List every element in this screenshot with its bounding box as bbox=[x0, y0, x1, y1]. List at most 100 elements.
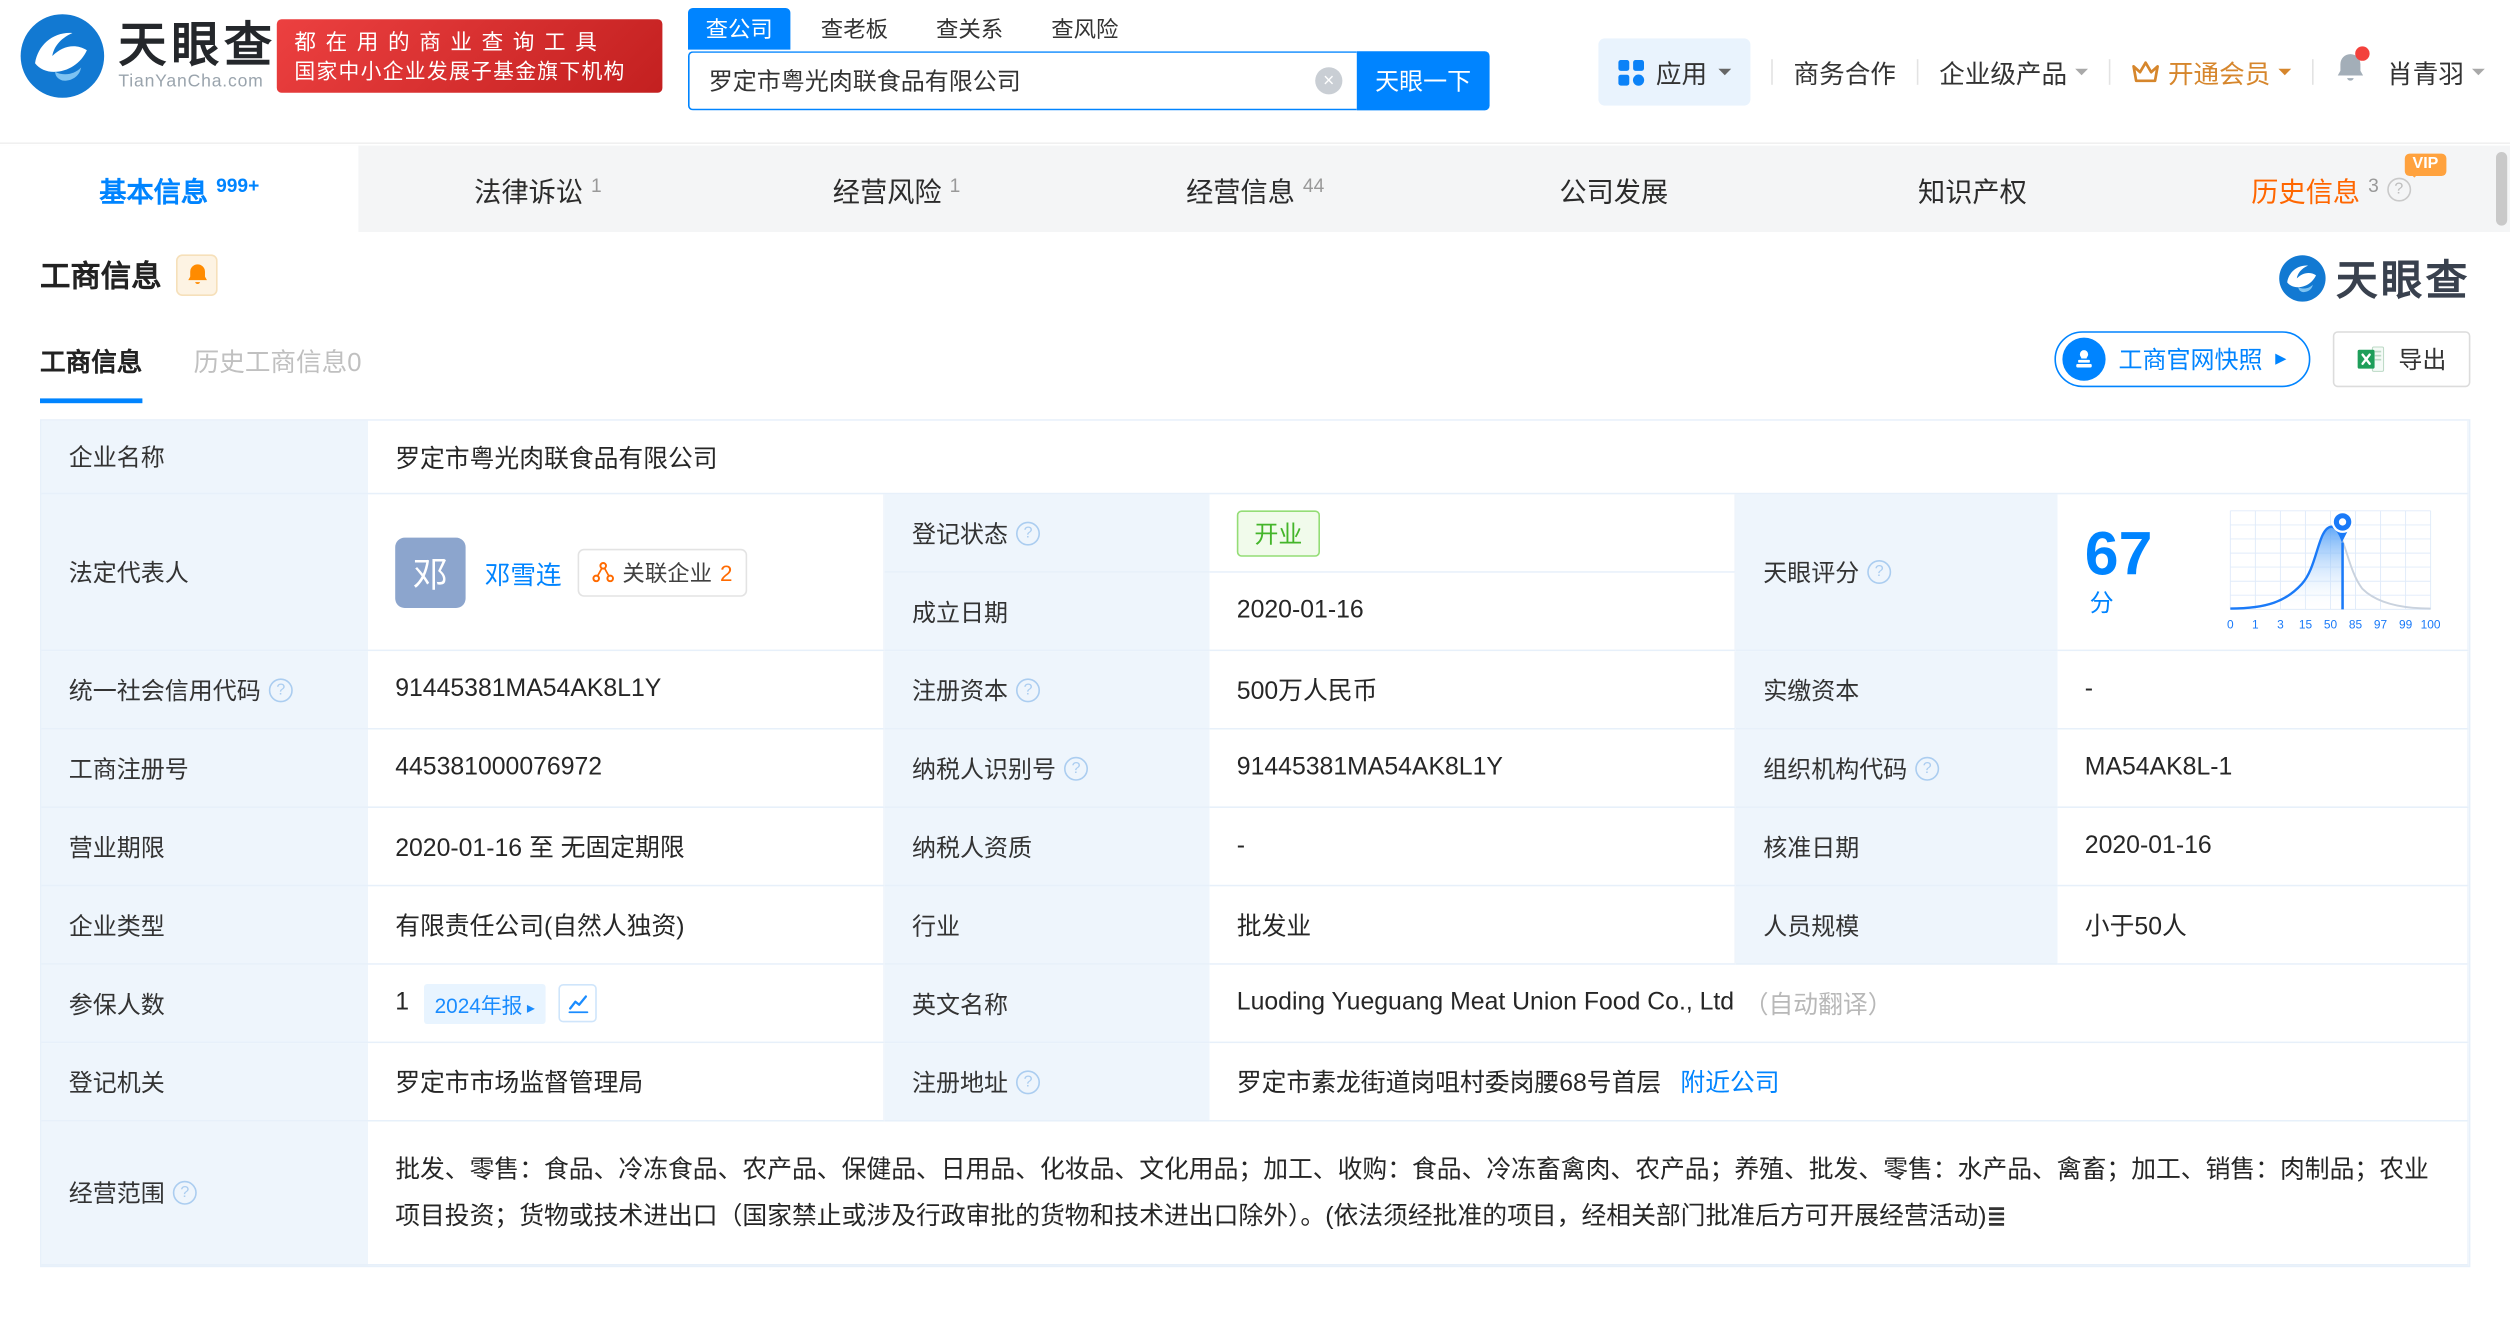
logo-subtitle: TianYanCha.com bbox=[118, 72, 264, 92]
help-icon[interactable] bbox=[268, 677, 293, 702]
trend-chart-icon[interactable] bbox=[558, 984, 598, 1023]
svg-text:99: 99 bbox=[2399, 617, 2413, 631]
logo-eye-icon bbox=[2279, 254, 2326, 301]
field-label: 登记状态 bbox=[884, 494, 1210, 573]
annual-report-badge[interactable]: 2024年报 bbox=[423, 983, 547, 1024]
search-button[interactable]: 天眼一下 bbox=[1356, 51, 1490, 111]
tab-operation-risk[interactable]: 经营风险 1 bbox=[717, 146, 1076, 232]
search-tab-relation[interactable]: 查关系 bbox=[918, 8, 1020, 50]
notification-bell-icon[interactable] bbox=[2334, 45, 2370, 93]
search-tab-risk[interactable]: 查风险 bbox=[1034, 8, 1136, 50]
search-area: 查公司 查老板 查关系 查风险 天眼一下 bbox=[688, 8, 1490, 111]
field-label: 经营范围 bbox=[41, 1121, 368, 1266]
subtab-history-business-info[interactable]: 历史工商信息0 bbox=[194, 341, 362, 399]
header-menu: 应用 商务合作 企业级产品 开通会员 肖青羽 bbox=[1598, 0, 2485, 144]
field-label: 营业期限 bbox=[41, 808, 368, 887]
tab-history-info[interactable]: VIP 历史信息 3 bbox=[2152, 146, 2510, 232]
label-text: 统一社会信用代码 bbox=[68, 677, 261, 705]
help-icon[interactable] bbox=[1016, 520, 1041, 545]
field-label: 英文名称 bbox=[884, 964, 1210, 1044]
search-tab-company[interactable]: 查公司 bbox=[688, 8, 791, 50]
subtab-business-info[interactable]: 工商信息 bbox=[40, 341, 143, 404]
svg-text:100: 100 bbox=[2421, 617, 2440, 631]
tab-count: 3 bbox=[2368, 174, 2379, 197]
tab-count: 1 bbox=[590, 174, 602, 197]
snapshot-label: 工商官网快照 bbox=[2118, 347, 2263, 375]
label-text: 注册地址 bbox=[912, 1069, 1009, 1097]
watermark-text: 天眼查 bbox=[2335, 256, 2471, 304]
field-label: 核准日期 bbox=[1736, 808, 2058, 887]
business-term-value: 2020-01-16 至 无固定期限 bbox=[368, 808, 885, 887]
reg-status-cell: 开业 bbox=[1209, 494, 1736, 573]
score-distribution-chart: 0 1 3 15 50 85 97 99 100 bbox=[2227, 510, 2440, 631]
help-icon[interactable] bbox=[1915, 756, 1940, 780]
nearby-companies-link[interactable]: 附近公司 bbox=[1680, 1064, 1779, 1099]
menu-business-coop[interactable]: 商务合作 bbox=[1794, 53, 1896, 91]
tab-label: 公司发展 bbox=[1559, 176, 1669, 208]
field-label: 纳税人资质 bbox=[884, 808, 1210, 887]
tab-count: 44 bbox=[1302, 174, 1325, 197]
apps-menu[interactable]: 应用 bbox=[1598, 38, 1751, 106]
score-unit: 分 bbox=[2089, 590, 2114, 618]
tab-label: 基本信息 bbox=[99, 176, 209, 208]
english-name-cell: Luoding Yueguang Meat Union Food Co., Lt… bbox=[1209, 964, 2469, 1044]
help-icon[interactable] bbox=[1064, 756, 1089, 780]
divider bbox=[1771, 59, 1773, 85]
scrollbar-thumb[interactable] bbox=[2496, 152, 2508, 226]
svg-text:97: 97 bbox=[2374, 617, 2388, 631]
tab-intellectual-property[interactable]: 知识产权 bbox=[1793, 146, 2152, 232]
monitor-bell-icon[interactable] bbox=[176, 253, 218, 296]
reg-authority-value: 罗定市市场监督管理局 bbox=[368, 1043, 885, 1122]
search-tab-boss[interactable]: 查老板 bbox=[803, 8, 905, 50]
reg-address-cell: 罗定市素龙街道岗咀村委岗腰68号首层 附近公司 bbox=[1209, 1043, 2469, 1122]
approval-date-value: 2020-01-16 bbox=[2057, 808, 2469, 887]
insured-count-cell: 1 2024年报 bbox=[368, 964, 885, 1044]
official-snapshot-button[interactable]: 工商官网快照 ▶ bbox=[2054, 331, 2311, 388]
avatar[interactable]: 邓 bbox=[395, 536, 466, 608]
user-menu[interactable]: 肖青羽 bbox=[2387, 53, 2485, 91]
arrow-right-icon: ▶ bbox=[2275, 350, 2287, 367]
help-icon[interactable] bbox=[1867, 560, 1892, 584]
search-input[interactable] bbox=[688, 51, 1357, 111]
svg-text:0: 0 bbox=[2227, 617, 2234, 631]
network-icon bbox=[592, 561, 615, 582]
field-label: 企业类型 bbox=[41, 886, 368, 965]
tab-company-development[interactable]: 公司发展 bbox=[1435, 146, 1794, 232]
field-label: 行业 bbox=[884, 886, 1210, 965]
logo-title: 天眼查 bbox=[118, 19, 277, 72]
label-text: 注册资本 bbox=[912, 677, 1009, 705]
page: 天眼查 TianYanCha.com 都在用的商业查询工具 国家中小企业发展子基… bbox=[0, 0, 2510, 1320]
tab-operation-info[interactable]: 经营信息 44 bbox=[1076, 146, 1435, 232]
help-icon[interactable] bbox=[2386, 176, 2411, 201]
related-companies-badge[interactable]: 关联企业 2 bbox=[577, 548, 747, 596]
menu-open-membership[interactable]: 开通会员 bbox=[2131, 53, 2292, 91]
related-label: 关联企业 bbox=[622, 559, 713, 585]
promo-banner[interactable]: 都在用的商业查询工具 国家中小企业发展子基金旗下机构 bbox=[276, 19, 663, 93]
field-label: 天眼评分 bbox=[1736, 494, 2058, 652]
clear-icon[interactable] bbox=[1315, 67, 1343, 95]
business-info-table: 企业名称 罗定市粤光肉联食品有限公司 法定代表人 邓 邓雪连 关联企业 2 登记… bbox=[40, 419, 2471, 1268]
help-icon[interactable] bbox=[1016, 677, 1041, 702]
reg-capital-value: 500万人民币 bbox=[1209, 651, 1736, 730]
english-name-value: Luoding Yueguang Meat Union Food Co., Lt… bbox=[1236, 988, 1735, 1016]
score-value: 67 bbox=[2084, 521, 2153, 589]
tianyan-score-cell[interactable]: 67分 0 1 3 15 50 85 97 99 100 bbox=[2057, 494, 2469, 652]
business-scope-value: 批发、零售：食品、冷冻食品、农产品、保健品、日用品、化妆品、文化用品；加工、收购… bbox=[395, 1156, 2429, 1230]
stamp-icon bbox=[2062, 337, 2106, 381]
tianyancha-logo[interactable]: 天眼查 TianYanCha.com bbox=[19, 13, 277, 99]
legal-rep-link[interactable]: 邓雪连 bbox=[485, 553, 562, 591]
help-icon[interactable] bbox=[1016, 1069, 1041, 1094]
company-nav-tabs: 基本信息 999+ 法律诉讼 1 经营风险 1 经营信息 44 公司发展 知识产… bbox=[0, 145, 2510, 232]
field-label: 登记机关 bbox=[41, 1043, 368, 1122]
menu-enterprise-products[interactable]: 企业级产品 bbox=[1939, 53, 2088, 91]
legal-rep-cell: 邓 邓雪连 关联企业 2 bbox=[368, 494, 885, 652]
export-label: 导出 bbox=[2398, 347, 2447, 375]
membership-label: 开通会员 bbox=[2167, 62, 2271, 90]
tab-legal-litigation[interactable]: 法律诉讼 1 bbox=[359, 146, 718, 232]
tab-basic-info[interactable]: 基本信息 999+ bbox=[0, 145, 359, 232]
export-button[interactable]: 导出 bbox=[2332, 331, 2471, 388]
help-icon[interactable] bbox=[172, 1180, 197, 1205]
field-label: 注册资本 bbox=[884, 651, 1210, 730]
expand-icon[interactable] bbox=[1987, 1193, 2007, 1239]
taxpayer-id-value: 91445381MA54AK8L1Y bbox=[1209, 729, 1736, 808]
